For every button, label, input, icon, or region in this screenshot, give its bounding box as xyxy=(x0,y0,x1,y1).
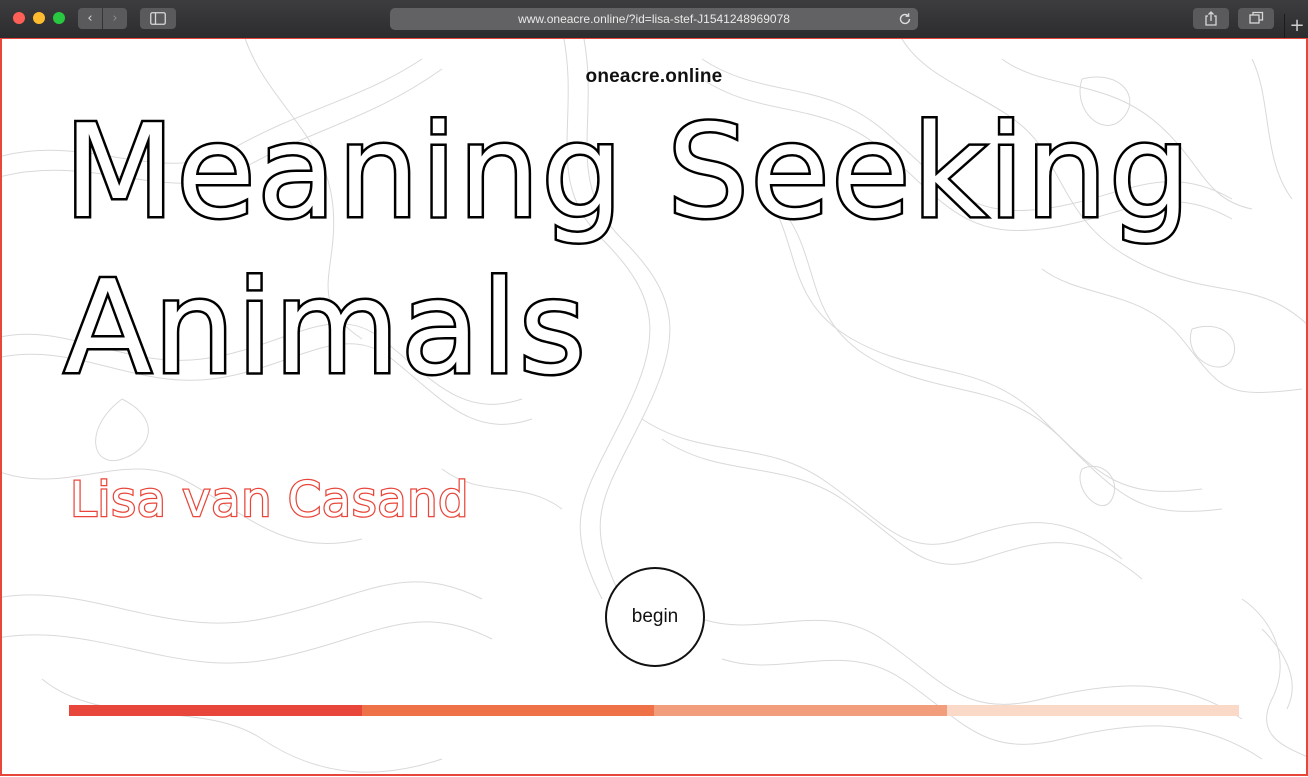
progress-segment xyxy=(946,705,1239,716)
title-line: Animals xyxy=(61,252,588,406)
page-title: Meaning Seeking Animals xyxy=(61,95,1193,407)
progress-segment xyxy=(654,705,947,716)
progress-segment xyxy=(361,705,654,716)
back-button[interactable]: ‹ xyxy=(78,8,102,29)
site-logo[interactable]: oneacre.online xyxy=(2,66,1306,88)
url-text: www.oneacre.online/?id=lisa-stef-J154124… xyxy=(518,12,790,26)
share-icon xyxy=(1205,11,1217,26)
chevron-right-icon: › xyxy=(112,11,118,26)
tab-overview-button[interactable] xyxy=(1238,8,1274,29)
plus-icon: + xyxy=(1289,15,1305,36)
new-tab-button[interactable]: + xyxy=(1284,14,1308,38)
share-button[interactable] xyxy=(1193,8,1229,29)
close-window-button[interactable] xyxy=(13,12,25,24)
progress-bar xyxy=(69,705,1239,716)
page-viewport: oneacre.online Meaning Seeking Animals L… xyxy=(0,38,1308,776)
progress-segment xyxy=(69,705,362,716)
minimize-window-button[interactable] xyxy=(33,12,45,24)
sidebar-icon xyxy=(150,12,166,25)
sidebar-toggle-button[interactable] xyxy=(140,8,176,29)
zoom-window-button[interactable] xyxy=(53,12,65,24)
tabs-icon xyxy=(1249,11,1264,24)
forward-button[interactable]: › xyxy=(103,8,127,29)
begin-button[interactable]: begin xyxy=(605,567,705,667)
browser-toolbar: ‹ › www.oneacre.online/?id=lisa-stef-J15… xyxy=(0,0,1308,39)
author-name: Lisa van Casand xyxy=(69,471,470,530)
chevron-left-icon: ‹ xyxy=(87,11,93,26)
reload-icon[interactable] xyxy=(898,12,912,26)
title-line: Meaning Seeking xyxy=(61,96,1193,250)
address-bar[interactable]: www.oneacre.online/?id=lisa-stef-J154124… xyxy=(390,8,918,30)
